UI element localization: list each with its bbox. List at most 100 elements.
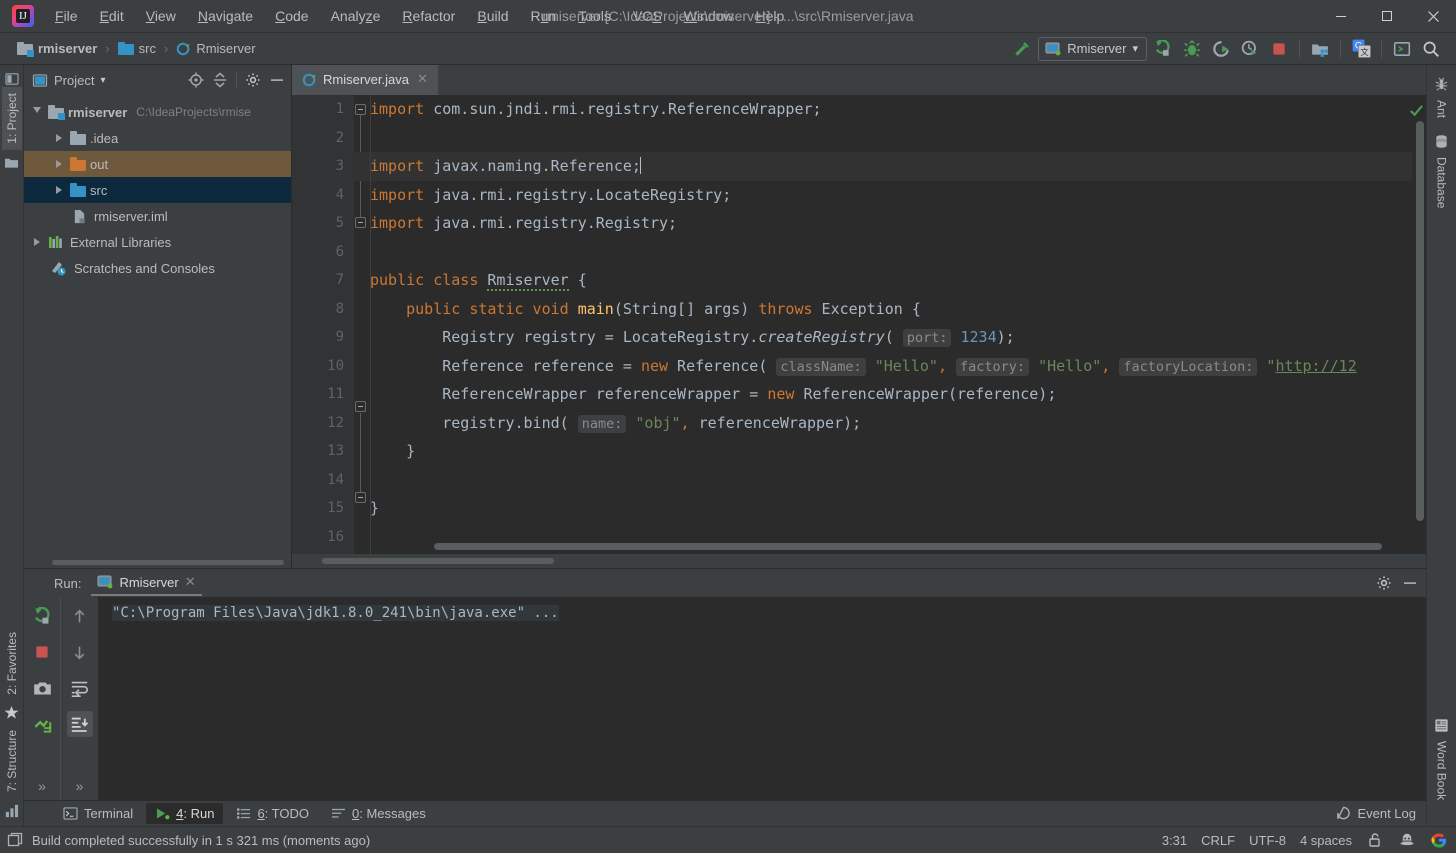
- tree-node-src[interactable]: src: [24, 177, 291, 203]
- close-icon[interactable]: ✕: [415, 71, 430, 87]
- close-icon[interactable]: ✕: [185, 574, 196, 590]
- bottom-tab-terminal[interactable]: Terminal: [54, 803, 142, 824]
- editor-horizontal-scrollbar[interactable]: [434, 543, 1382, 550]
- profiler-icon[interactable]: [1237, 36, 1263, 62]
- stop-icon[interactable]: [29, 639, 55, 665]
- project-horizontal-scrollbar[interactable]: [24, 558, 291, 568]
- search-everywhere-icon[interactable]: [1418, 36, 1444, 62]
- menu-item-help[interactable]: Help: [745, 4, 796, 28]
- scroll-to-end-icon[interactable]: [66, 711, 93, 737]
- run-tab-rmiserver[interactable]: Rmiserver ✕: [91, 570, 202, 596]
- tree-node-external-libraries[interactable]: External Libraries: [24, 229, 291, 255]
- expand-more-icon[interactable]: »: [76, 778, 84, 800]
- bottom-tab-todo[interactable]: 6: TODO: [227, 803, 318, 824]
- breadcrumb-item-module[interactable]: rmiserver: [14, 39, 100, 58]
- close-button[interactable]: [1410, 0, 1456, 33]
- breadcrumb-item-src[interactable]: src: [115, 39, 159, 58]
- sidebar-item-ant[interactable]: Ant: [1433, 94, 1451, 124]
- expand-more-icon[interactable]: »: [38, 778, 46, 800]
- inspection-marker-strip[interactable]: [1409, 95, 1426, 554]
- breadcrumb-item-class[interactable]: Rmiserver: [173, 39, 258, 58]
- inspector-hat-icon[interactable]: [1398, 831, 1416, 849]
- code-line-4: import java.rmi.registry.LocateRegistry;: [370, 185, 732, 204]
- project-structure-icon[interactable]: [1307, 36, 1333, 62]
- google-icon[interactable]: [1430, 831, 1448, 849]
- chevron-right-icon[interactable]: [56, 186, 62, 194]
- code-editor[interactable]: 1 2 3 4 5 6 7 8 9 10 11 12 13 14 15 16 i…: [292, 95, 1426, 554]
- build-hammer-icon[interactable]: [1009, 36, 1035, 62]
- messages-icon: [331, 807, 346, 820]
- chevron-right-icon[interactable]: [34, 238, 40, 246]
- menu-item-run[interactable]: Run: [520, 4, 568, 28]
- maximize-button[interactable]: [1364, 0, 1410, 33]
- event-log-label[interactable]: Event Log: [1357, 806, 1416, 821]
- event-log-area[interactable]: Event Log: [1336, 806, 1426, 821]
- lock-open-icon[interactable]: [1366, 831, 1384, 849]
- chevron-down-icon[interactable]: [33, 107, 41, 117]
- debug-icon[interactable]: [1179, 36, 1205, 62]
- sidebar-item-database[interactable]: Database: [1433, 151, 1451, 214]
- down-arrow-icon[interactable]: [67, 639, 93, 665]
- sidebar-item-structure[interactable]: 7: Structure: [2, 724, 22, 798]
- bottom-tab-run[interactable]: 4: Run: [146, 803, 224, 824]
- settings-gear-icon[interactable]: [245, 72, 261, 88]
- editor-gutter[interactable]: 1 2 3 4 5 6 7 8 9 10 11 12 13 14 15 16: [292, 95, 354, 554]
- iml-file-icon: [72, 209, 87, 224]
- caret-position[interactable]: 3:31: [1162, 833, 1187, 848]
- sidebar-item-word-book[interactable]: Word Book: [1433, 735, 1451, 806]
- sidebar-item-project[interactable]: 1: Project: [1, 87, 22, 150]
- tree-node-scratches[interactable]: Scratches and Consoles: [24, 255, 291, 281]
- tree-node-iml-file[interactable]: rmiserver.iml: [24, 203, 291, 229]
- menu-item-build[interactable]: Build: [466, 4, 519, 28]
- menu-item-vcs[interactable]: VCS: [622, 4, 673, 28]
- terminal-icon[interactable]: [1389, 36, 1415, 62]
- console-output[interactable]: "C:\Program Files\Java\jdk1.8.0_241\bin\…: [98, 597, 1426, 800]
- inspection-ok-icon[interactable]: [1409, 103, 1424, 118]
- folder-orange-icon: [70, 157, 86, 171]
- chevron-down-icon[interactable]: ▾: [100, 75, 105, 86]
- locate-icon[interactable]: [188, 72, 204, 88]
- menu-item-analyze[interactable]: Analyze: [320, 4, 392, 28]
- editor-tab-rmiserver-java[interactable]: Rmiserver.java ✕: [292, 65, 438, 95]
- menu-item-tools[interactable]: Tools: [567, 4, 622, 28]
- editor-bottom-scroll-area[interactable]: [292, 554, 1426, 568]
- run-icon[interactable]: [1150, 36, 1176, 62]
- chevron-down-icon: ▾: [1132, 43, 1138, 55]
- editor-vertical-scrollbar[interactable]: [1416, 121, 1424, 521]
- rerun-icon[interactable]: [29, 603, 55, 629]
- run-configuration-selector[interactable]: Rmiserver ▾: [1038, 36, 1147, 61]
- translate-icon[interactable]: G文: [1348, 36, 1374, 62]
- file-encoding[interactable]: UTF-8: [1249, 833, 1286, 848]
- soft-wrap-icon[interactable]: [67, 675, 93, 701]
- code-text-area[interactable]: import com.sun.jndi.rmi.registry.Referen…: [354, 95, 1412, 554]
- sidebar-item-favorites[interactable]: 2: Favorites: [2, 626, 22, 701]
- dump-threads-camera-icon[interactable]: [29, 675, 55, 701]
- tree-node-out[interactable]: out: [24, 151, 291, 177]
- menu-item-refactor[interactable]: Refactor: [391, 4, 466, 28]
- menu-item-edit[interactable]: Edit: [89, 4, 135, 28]
- trace-icon[interactable]: [29, 711, 55, 737]
- minimize-button[interactable]: [1318, 0, 1364, 33]
- tree-node-rmiserver[interactable]: rmiserver C:\IdeaProjects\rmise: [24, 99, 291, 125]
- stop-icon[interactable]: [1266, 36, 1292, 62]
- line-separator[interactable]: CRLF: [1201, 833, 1235, 848]
- run-with-coverage-icon[interactable]: [1208, 36, 1234, 62]
- tree-node-idea[interactable]: .idea: [24, 125, 291, 151]
- up-arrow-icon[interactable]: [67, 603, 93, 629]
- line-number: 3: [335, 158, 344, 174]
- menu-item-view[interactable]: View: [135, 4, 187, 28]
- indent-setting[interactable]: 4 spaces: [1300, 833, 1352, 848]
- hide-panel-icon[interactable]: [269, 72, 285, 88]
- menu-item-navigate[interactable]: Navigate: [187, 4, 264, 28]
- chevron-right-icon[interactable]: [56, 160, 62, 168]
- menu-item-window[interactable]: Window: [673, 4, 745, 28]
- chevron-right-icon[interactable]: [56, 134, 62, 142]
- bottom-tab-messages[interactable]: 0: Messages: [322, 803, 435, 824]
- settings-gear-icon[interactable]: [1376, 575, 1392, 591]
- hide-panel-icon[interactable]: [1402, 575, 1418, 591]
- menu-item-code[interactable]: Code: [264, 4, 319, 28]
- balloon-icon: [1336, 806, 1351, 821]
- menu-item-file[interactable]: FFileile: [44, 4, 89, 28]
- collapse-all-icon[interactable]: [212, 72, 228, 88]
